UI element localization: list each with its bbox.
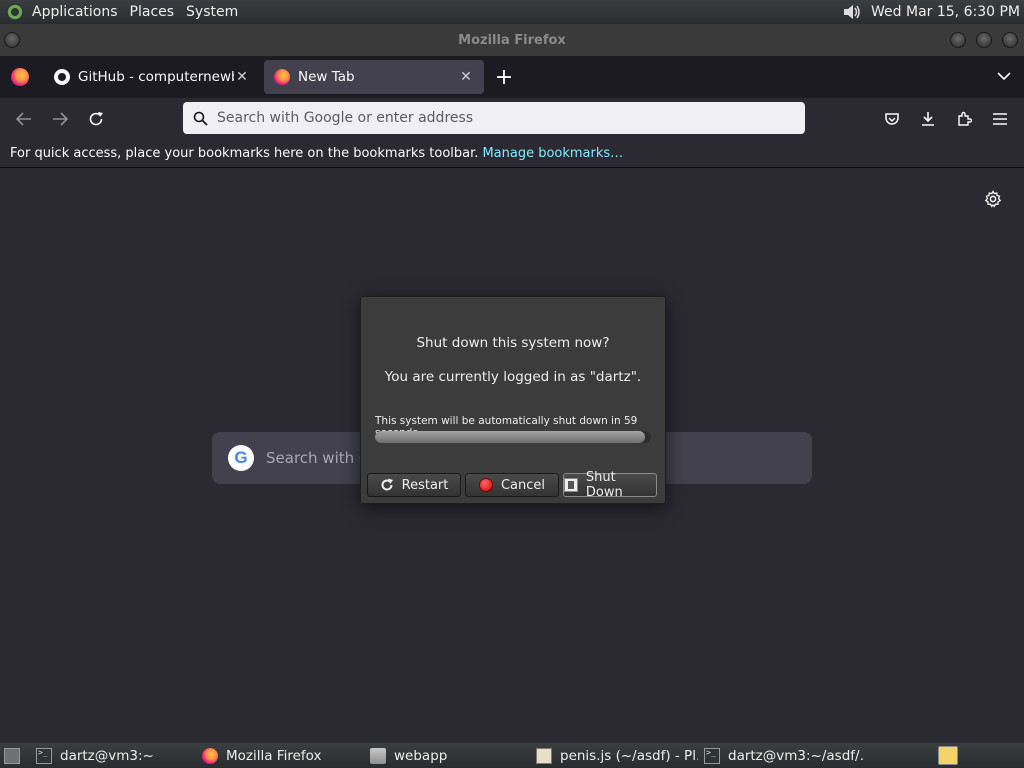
cancel-icon xyxy=(478,478,493,492)
close-tab-icon[interactable]: ✕ xyxy=(458,69,474,85)
cancel-button[interactable]: Cancel xyxy=(465,473,559,497)
taskbar-item-label: penis.js (~/asdf) - Pl… xyxy=(560,747,698,764)
bottom-taskbar: dartz@vm3:~ Mozilla Firefox webapp penis… xyxy=(0,743,1024,768)
tab-strip: GitHub - computernewb/col ✕ New Tab ✕ + xyxy=(0,56,1024,98)
countdown-progress-fill xyxy=(375,431,646,443)
shut-down-label: Shut Down xyxy=(585,470,623,500)
new-tab-button[interactable]: + xyxy=(484,65,524,90)
dialog-title: Shut down this system now? xyxy=(416,335,610,351)
firefox-icon xyxy=(202,747,218,764)
cancel-label: Cancel xyxy=(500,477,546,493)
hamburger-menu-icon[interactable] xyxy=(982,103,1018,135)
pocket-icon[interactable] xyxy=(874,103,910,135)
shutdown-icon xyxy=(564,478,578,492)
nav-toolbar-buttons xyxy=(874,103,1018,135)
dialog-logged-in-message: You are currently logged in as "dartz". xyxy=(384,369,642,385)
restart-icon xyxy=(381,478,393,491)
clock[interactable]: Wed Mar 15, 6:30 PM xyxy=(871,4,1020,20)
taskbar-item-terminal[interactable]: dartz@vm3:~ xyxy=(30,743,196,768)
bookmarks-toolbar: For quick access, place your bookmarks h… xyxy=(0,140,1024,168)
window-menu-button[interactable] xyxy=(4,32,20,48)
tab-title: GitHub - computernewb/col xyxy=(78,69,234,85)
tab-title: New Tab xyxy=(298,69,355,85)
search-icon xyxy=(183,111,217,126)
list-all-tabs-chevron-icon[interactable] xyxy=(984,69,1024,85)
text-editor-icon xyxy=(536,747,552,764)
terminal-icon xyxy=(704,747,720,764)
maximize-button[interactable] xyxy=(976,32,992,48)
firefox-icon xyxy=(274,69,290,85)
window-titlebar[interactable]: Mozilla Firefox xyxy=(0,24,1024,56)
shut-down-button[interactable]: Shut Down xyxy=(563,470,657,500)
firefox-icon xyxy=(11,68,29,86)
menu-logo-icon[interactable] xyxy=(6,3,24,21)
taskbar-item-label: dartz@vm3:~ xyxy=(60,747,154,764)
github-icon xyxy=(54,69,70,85)
taskbar-item-terminal-asdf[interactable]: dartz@vm3:~/asdf/… xyxy=(698,743,864,768)
dialog-buttons: Restart Cancel Shut Down xyxy=(367,470,657,500)
back-arrow-icon[interactable] xyxy=(6,103,42,135)
terminal-icon xyxy=(36,747,52,764)
folder-icon xyxy=(370,747,386,764)
minimize-button[interactable] xyxy=(950,32,966,48)
tab-new-tab[interactable]: New Tab ✕ xyxy=(264,60,484,94)
volume-icon[interactable] xyxy=(841,2,863,22)
manage-bookmarks-link[interactable]: Manage bookmarks… xyxy=(482,146,623,161)
countdown-progress-bar xyxy=(375,431,651,443)
shutdown-dialog: Shut down this system now? You are curre… xyxy=(360,296,666,504)
url-bar-placeholder: Search with Google or enter address xyxy=(217,110,474,126)
firefox-view-button[interactable] xyxy=(0,56,40,98)
places-menu[interactable]: Places xyxy=(124,0,181,24)
gear-icon[interactable] xyxy=(984,190,1004,210)
close-tab-icon[interactable]: ✕ xyxy=(234,69,250,85)
system-menu[interactable]: System xyxy=(180,0,244,24)
nav-bar: Search with Google or enter address xyxy=(0,98,1024,140)
top-panel: Applications Places System Wed Mar 15, 6… xyxy=(0,0,1024,24)
workspace-switcher-icon[interactable] xyxy=(938,746,958,765)
restart-button[interactable]: Restart xyxy=(367,473,461,497)
close-window-button[interactable] xyxy=(1002,32,1018,48)
reload-icon[interactable] xyxy=(78,103,114,135)
bookmarks-empty-message: For quick access, place your bookmarks h… xyxy=(10,146,479,161)
taskbar-item-label: Mozilla Firefox xyxy=(226,747,322,764)
google-logo-icon: G xyxy=(228,445,254,471)
taskbar-item-firefox[interactable]: Mozilla Firefox xyxy=(196,743,364,768)
downloads-icon[interactable] xyxy=(910,103,946,135)
taskbar-item-label: dartz@vm3:~/asdf/… xyxy=(728,747,864,764)
forward-arrow-icon[interactable] xyxy=(42,103,78,135)
extensions-puzzle-icon[interactable] xyxy=(946,103,982,135)
restart-label: Restart xyxy=(401,477,449,493)
tab-github[interactable]: GitHub - computernewb/col ✕ xyxy=(44,60,260,94)
applications-menu[interactable]: Applications xyxy=(26,0,124,24)
taskbar-item-label: webapp xyxy=(394,747,448,764)
taskbar-item-editor[interactable]: penis.js (~/asdf) - Pl… xyxy=(530,743,698,768)
taskbar-item-webapp[interactable]: webapp xyxy=(364,743,530,768)
window-title: Mozilla Firefox xyxy=(458,32,566,48)
url-bar[interactable]: Search with Google or enter address xyxy=(183,102,805,134)
show-desktop-icon[interactable] xyxy=(4,747,20,764)
